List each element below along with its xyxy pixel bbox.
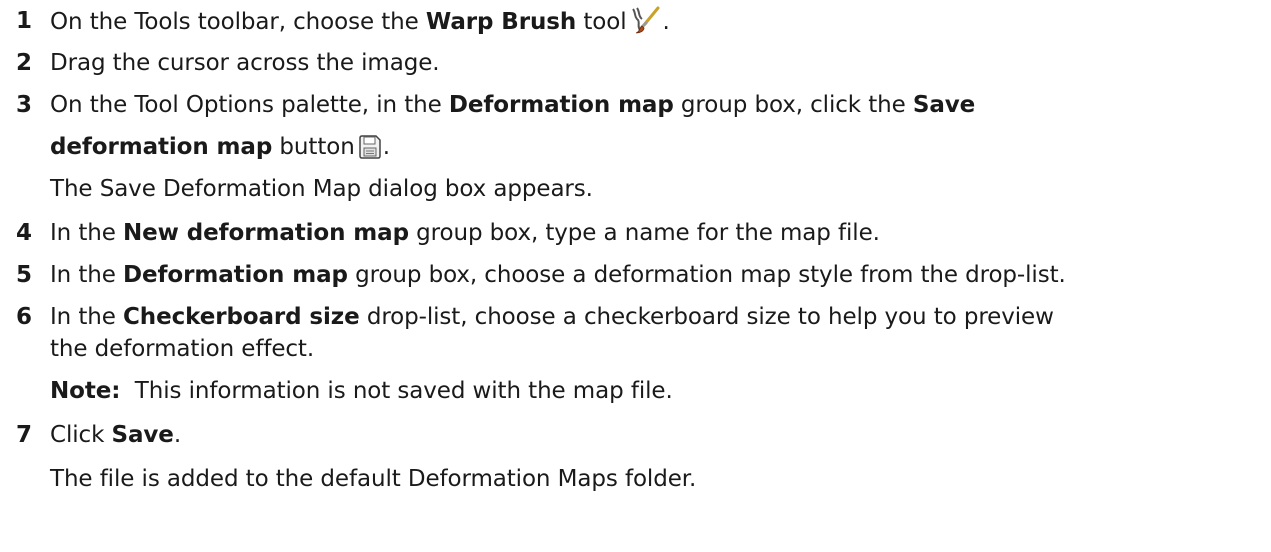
step-3-result: The Save Deformation Map dialog box appe…: [50, 176, 593, 202]
step-3-text: On the Tool Options palette, in the Defo…: [50, 92, 976, 118]
step-6-note: Note: This information is not saved with…: [50, 378, 673, 404]
step-6-text: In the Checkerboard size drop-list, choo…: [50, 304, 1054, 330]
step-number: 3: [15, 92, 32, 118]
step-6-text-cont: the deformation effect.: [50, 336, 315, 362]
step-number: 5: [15, 262, 32, 288]
step-5-text: In the Deformation map group box, choose…: [50, 262, 1066, 288]
step-number: 1: [15, 8, 32, 34]
save-icon: [358, 135, 381, 167]
step-3-text-cont: deformation map button .: [50, 132, 390, 167]
step-number: 7: [15, 422, 32, 448]
step-7-text: Click Save.: [50, 422, 182, 448]
step-4-text: In the New deformation map group box, ty…: [50, 220, 880, 246]
step-number: 4: [15, 220, 32, 246]
tool-name: Warp Brush: [425, 9, 577, 35]
warp-brush-icon: [631, 6, 661, 42]
step-1-text: On the Tools toolbar, choose the Warp Br…: [50, 6, 670, 42]
step-number: 2: [15, 50, 32, 76]
step-7-result: The file is added to the default Deforma…: [50, 466, 697, 492]
step-number: 6: [15, 304, 32, 330]
step-2-text: Drag the cursor across the image.: [50, 50, 440, 76]
